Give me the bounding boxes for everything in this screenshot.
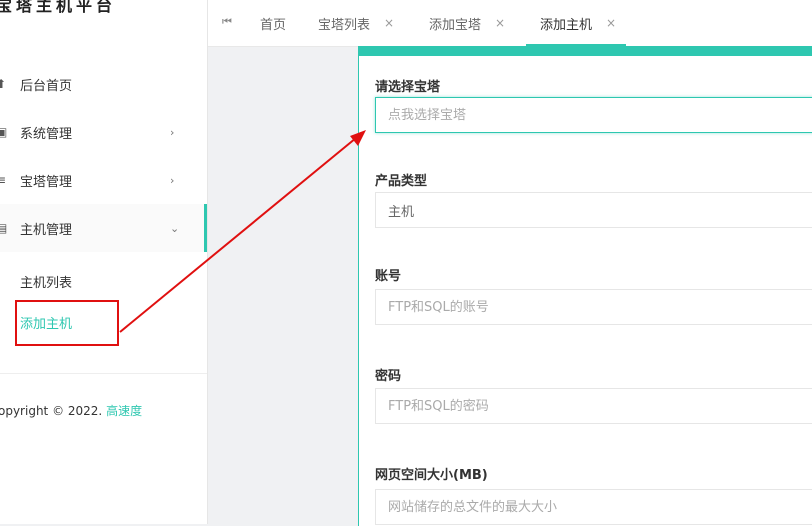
tab-bar: ⏮ 首页 宝塔列表 × 添加宝塔 × 添加主机 × xyxy=(208,0,812,47)
web-space-label: 网页空间大小(MB) xyxy=(375,468,488,483)
sidebar-divider xyxy=(0,373,207,374)
sidebar-item-dashboard[interactable]: ⬆ 后台首页 xyxy=(0,60,207,108)
copyright-link[interactable]: 高速度 xyxy=(106,404,142,418)
sidebar: 宝塔主机平台 ⬆ 后台首页 ▣ 系统管理 › ≡ 宝塔管理 › ▤ 主机管理 ⌄… xyxy=(0,0,208,524)
add-host-form: 请选择宝塔 产品类型 主机 账号 密码 网页空间大小(MB) xyxy=(358,46,812,526)
web-space-input[interactable] xyxy=(375,489,812,525)
product-type-select[interactable]: 主机 xyxy=(375,192,812,228)
account-input[interactable] xyxy=(375,289,812,325)
tab-label: 宝塔列表 xyxy=(318,17,371,33)
tab-add-bt[interactable]: 添加宝塔 × xyxy=(429,0,505,46)
close-icon[interactable]: × xyxy=(495,16,505,30)
chevron-right-icon: › xyxy=(170,173,175,187)
tab-home[interactable]: 首页 xyxy=(260,0,286,46)
account-label: 账号 xyxy=(375,269,402,284)
chevron-down-icon: ⌄ xyxy=(170,221,180,235)
sidebar-item-bt[interactable]: ≡ 宝塔管理 › xyxy=(0,156,207,204)
tab-add-host[interactable]: 添加主机 × xyxy=(525,0,627,46)
tab-label: 首页 xyxy=(260,17,287,33)
annotation-highlight-box xyxy=(15,300,119,346)
password-input[interactable] xyxy=(375,388,812,424)
password-label: 密码 xyxy=(375,369,402,384)
list-icon: ≡ xyxy=(0,173,7,187)
copyright: opyright © 2022. 高速度 xyxy=(0,402,142,419)
tab-label: 添加主机 xyxy=(540,17,593,33)
panel-accent-bar xyxy=(359,46,812,56)
home-icon: ⬆ xyxy=(0,77,7,91)
skip-back-icon[interactable]: ⏮ xyxy=(222,15,232,29)
server-icon: ▤ xyxy=(0,221,8,235)
sidebar-item-host[interactable]: ▤ 主机管理 ⌄ xyxy=(0,204,207,252)
select-bt-input[interactable] xyxy=(375,97,812,133)
copyright-text: opyright © 2022. xyxy=(0,404,107,418)
select-bt-label: 请选择宝塔 xyxy=(375,80,441,95)
sidebar-item-label: 主机管理 xyxy=(20,222,73,238)
tab-bt-list[interactable]: 宝塔列表 × xyxy=(318,0,394,46)
close-icon[interactable]: × xyxy=(384,16,394,30)
sidebar-subitem-host-list[interactable]: 主机列表 xyxy=(20,272,72,291)
sidebar-item-label: 宝塔管理 xyxy=(20,174,73,190)
sidebar-item-label: 系统管理 xyxy=(20,126,73,142)
sidebar-item-label: 后台首页 xyxy=(20,78,73,94)
sidebar-item-system[interactable]: ▣ 系统管理 › xyxy=(0,108,207,156)
product-type-label: 产品类型 xyxy=(375,174,428,189)
brand-title: 宝塔主机平台 xyxy=(0,0,117,15)
product-type-value: 主机 xyxy=(388,204,415,220)
chevron-right-icon: › xyxy=(170,125,175,139)
tab-label: 添加宝塔 xyxy=(429,17,482,33)
close-icon[interactable]: × xyxy=(606,16,616,30)
grid-icon: ▣ xyxy=(0,125,8,139)
